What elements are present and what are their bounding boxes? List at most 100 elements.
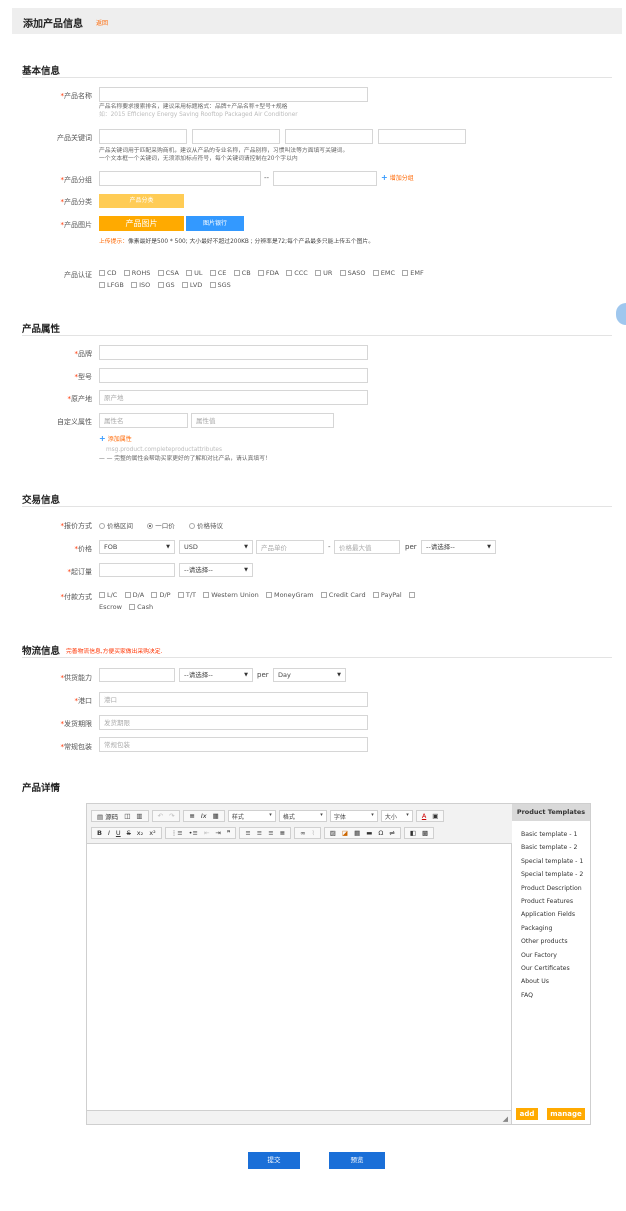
checkbox[interactable] [124, 592, 131, 598]
submit-button[interactable]: 提交 [248, 1152, 300, 1169]
template-item[interactable]: Other products [521, 935, 583, 948]
checkbox[interactable] [203, 592, 210, 598]
align-center-icon[interactable]: ≡ [254, 829, 265, 837]
payment-option[interactable]: D/P [151, 591, 171, 599]
group-select-2[interactable] [273, 171, 377, 186]
back-link[interactable]: 返回 [96, 18, 108, 27]
cert-option[interactable]: ISO [131, 281, 150, 289]
payment-option[interactable]: D/A [124, 591, 144, 599]
special-char-icon[interactable]: Ω [375, 829, 386, 837]
italic-icon[interactable]: I [105, 829, 113, 837]
preview-button[interactable]: 预览 [329, 1152, 385, 1169]
add-group-link[interactable]: + 增加分组 [381, 173, 414, 182]
checkbox[interactable] [177, 592, 184, 598]
brand-input[interactable] [99, 345, 368, 360]
template-icon[interactable]: ▥ [133, 812, 145, 820]
resize-handle-icon[interactable]: ◢ [503, 1115, 508, 1123]
checkbox[interactable] [233, 270, 240, 276]
keyword-input-3[interactable] [285, 129, 373, 144]
supply-ability-input[interactable] [99, 668, 175, 682]
checkbox[interactable] [372, 592, 379, 598]
add-attribute-link[interactable]: + 添加属性 [99, 434, 132, 443]
redo-icon[interactable]: ↷ [166, 812, 177, 820]
upload-image-button[interactable]: 产品图片 [99, 216, 184, 231]
indent-icon[interactable]: ⇥ [212, 829, 223, 837]
template-item[interactable]: Product Description [521, 882, 583, 895]
supply-period-select[interactable]: Day ▼ [273, 668, 346, 682]
size-dropdown[interactable]: 大小 ▾ [380, 810, 413, 822]
template-item[interactable]: Special template - 1 [521, 855, 583, 868]
image-bank-button[interactable]: 图片银行 [186, 216, 244, 231]
link-icon[interactable]: ∞ [297, 829, 308, 837]
quote-option-fixed[interactable]: 一口价 [147, 522, 175, 530]
style-dropdown[interactable]: 样式 ▾ [227, 810, 276, 822]
blockquote-icon[interactable]: ❞ [224, 829, 234, 837]
checkbox[interactable] [265, 592, 272, 598]
undo-icon[interactable]: ↶ [155, 812, 166, 820]
group-select-1[interactable] [99, 171, 261, 186]
price-unit-select[interactable]: --请选择-- ▼ [421, 540, 496, 554]
checkbox[interactable] [157, 282, 164, 288]
payment-option[interactable]: T/T [177, 591, 196, 599]
max-price-input[interactable]: 价格最大值 [334, 540, 400, 554]
underline-icon[interactable]: U [113, 829, 124, 837]
align-justify-icon[interactable]: ≣ [277, 829, 288, 837]
floating-service-tab[interactable] [616, 303, 626, 325]
checkbox[interactable] [286, 270, 293, 276]
origin-input[interactable]: 原产地 [99, 390, 368, 405]
cert-option[interactable]: CCC [286, 269, 308, 277]
bullet-list-icon[interactable]: •≡ [186, 829, 201, 837]
cert-option[interactable]: GS [157, 281, 175, 289]
cert-option[interactable]: CB [233, 269, 251, 277]
checkbox[interactable] [408, 592, 415, 598]
cert-option[interactable]: UL [186, 269, 203, 277]
cert-option[interactable]: CE [209, 269, 226, 277]
format-dropdown[interactable]: 格式 ▾ [278, 810, 327, 822]
unit-price-input[interactable]: 产品单价 [256, 540, 324, 554]
checkbox[interactable] [123, 270, 130, 276]
align-left-icon[interactable]: ≡ [242, 829, 253, 837]
price-term-select[interactable]: FOB ▼ [99, 540, 175, 554]
subscript-icon[interactable]: x₂ [134, 829, 146, 837]
checkbox[interactable] [209, 282, 216, 288]
attribute-value-input[interactable]: 属性值 [191, 413, 334, 428]
moq-input[interactable] [99, 563, 175, 577]
radio[interactable] [99, 523, 105, 529]
bg-color-icon[interactable]: ▣ [429, 812, 441, 820]
cert-option[interactable]: UR [315, 269, 332, 277]
template-item[interactable]: Basic template - 1 [521, 828, 583, 841]
supply-unit-select[interactable]: --请选择-- ▼ [179, 668, 253, 682]
text-color-icon[interactable]: A [419, 812, 429, 820]
payment-option[interactable]: L/C [99, 591, 117, 599]
cert-option[interactable]: LFGB [99, 281, 124, 289]
payment-option[interactable]: Western Union [203, 591, 259, 599]
checkbox[interactable] [209, 270, 216, 276]
checkbox[interactable] [99, 282, 105, 288]
cert-option[interactable]: SASO [339, 269, 366, 277]
template-item[interactable]: About Us [521, 975, 583, 988]
checkbox[interactable] [99, 592, 105, 598]
cert-option[interactable]: EMC [372, 269, 395, 277]
cert-option[interactable]: CSA [157, 269, 179, 277]
checkbox[interactable] [151, 592, 158, 598]
cert-option[interactable]: CD [99, 269, 117, 277]
delivery-time-input[interactable]: 发货期限 [99, 715, 368, 730]
table-icon[interactable]: ▦ [351, 829, 363, 837]
quote-option-negotiable[interactable]: 价格待议 [188, 522, 223, 530]
manage-templates-button[interactable]: manage [547, 1108, 585, 1120]
cert-option[interactable]: EMF [402, 269, 424, 277]
show-blocks-icon[interactable]: ▩ [419, 829, 431, 837]
payment-option[interactable]: Escrow [99, 603, 122, 611]
checkbox[interactable] [320, 592, 327, 598]
checkbox[interactable] [372, 270, 379, 276]
select-category-button[interactable]: 产品分类 [99, 194, 184, 208]
model-input[interactable] [99, 368, 368, 383]
radio[interactable] [188, 523, 195, 529]
maximize-icon[interactable]: ◧ [407, 829, 419, 837]
template-item[interactable]: Special template - 2 [521, 868, 583, 881]
checkbox[interactable] [157, 270, 164, 276]
product-name-input[interactable] [99, 87, 368, 102]
add-template-button[interactable]: add [516, 1108, 538, 1120]
radio-selected[interactable] [147, 523, 154, 529]
moq-unit-select[interactable]: --请选择-- ▼ [179, 563, 253, 577]
